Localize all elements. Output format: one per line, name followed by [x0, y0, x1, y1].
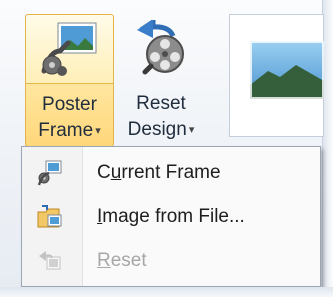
picture-style-thumbnail[interactable]: [250, 41, 324, 99]
dropdown-arrow-icon: ▾: [188, 124, 195, 136]
poster-frame-label-line2[interactable]: Frame ▾: [26, 119, 113, 143]
movie-frame-icon: [37, 160, 62, 186]
image-from-file-text: Image from File...: [97, 206, 245, 227]
reset-text: Reset: [97, 250, 147, 271]
reset-design-label-text: Design: [127, 119, 187, 140]
current-frame-text: Current Frame: [97, 162, 221, 183]
menu-item-image-from-file[interactable]: Image from File...: [23, 199, 319, 235]
folder-image-icon: [37, 205, 62, 228]
reset-design-label-line1: Reset: [136, 93, 186, 114]
menu-item-current-frame[interactable]: Current Frame: [23, 155, 319, 191]
accelerator-key: R: [97, 250, 111, 271]
split-divider: [26, 83, 113, 84]
poster-frame-icon: [41, 22, 97, 76]
poster-frame-label-line1: Poster: [42, 94, 97, 115]
reset-arrow-icon: [39, 251, 61, 270]
menu-item-reset[interactable]: Reset: [23, 243, 319, 279]
menu-item-label: Reset: [97, 250, 147, 272]
dropdown-arrow-icon: ▾: [95, 125, 101, 137]
poster-frame-menu: Current Frame Image from File... Reset: [21, 146, 321, 287]
poster-frame-button[interactable]: Poster Frame ▾: [25, 14, 114, 147]
poster-frame-button-top[interactable]: [26, 15, 113, 83]
poster-frame-label-text: Frame: [38, 120, 94, 141]
accelerator-key: u: [110, 162, 122, 183]
reset-design-button[interactable]: Reset Design ▾: [115, 14, 207, 147]
reset-design-label-line2[interactable]: Design ▾: [115, 118, 207, 142]
accelerator-key: I: [97, 206, 103, 227]
menu-item-label: Image from File...: [97, 206, 245, 228]
menu-item-label: Current Frame: [97, 162, 221, 184]
reset-design-icon: [137, 20, 184, 75]
picture-style-gallery[interactable]: [229, 14, 324, 137]
status-strip: [0, 287, 333, 297]
